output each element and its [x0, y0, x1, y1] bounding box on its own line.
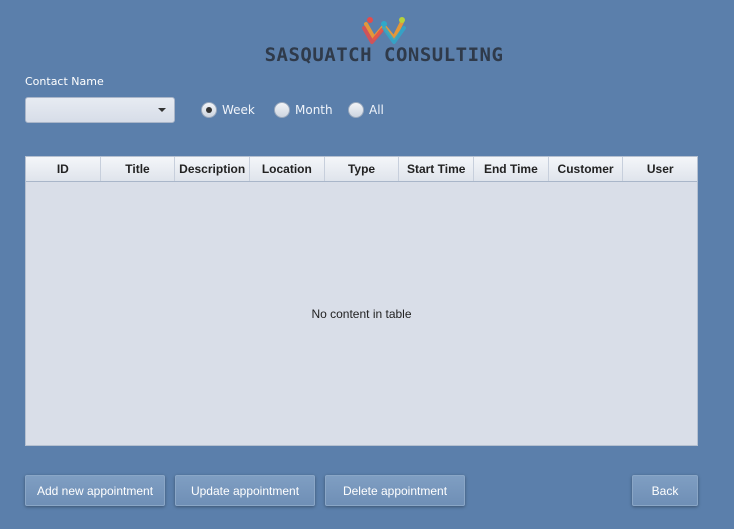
appointments-table[interactable]: ID Title Description Location Type Start…	[25, 156, 698, 446]
chevron-down-icon	[158, 108, 166, 112]
empty-table-message: No content in table	[311, 307, 412, 321]
radio-all-label: All	[369, 103, 384, 117]
radio-week-label: Week	[222, 103, 255, 117]
radio-month[interactable]: Month	[274, 102, 333, 118]
update-appointment-button[interactable]: Update appointment	[175, 475, 315, 506]
column-header-location[interactable]: Location	[250, 157, 325, 181]
radio-week-indicator	[201, 102, 217, 118]
column-header-type[interactable]: Type	[325, 157, 400, 181]
column-header-user[interactable]: User	[623, 157, 697, 181]
radio-month-indicator	[274, 102, 290, 118]
delete-appointment-button[interactable]: Delete appointment	[325, 475, 465, 506]
radio-week[interactable]: Week	[201, 102, 255, 118]
column-header-title[interactable]: Title	[101, 157, 176, 181]
add-appointment-button[interactable]: Add new appointment	[25, 475, 165, 506]
column-header-customer[interactable]: Customer	[549, 157, 624, 181]
radio-month-label: Month	[295, 103, 333, 117]
brand-name: SASQUATCH CONSULTING	[264, 44, 504, 66]
logo-mark	[362, 17, 406, 44]
radio-all[interactable]: All	[348, 102, 384, 118]
column-header-description[interactable]: Description	[175, 157, 251, 181]
back-button[interactable]: Back	[632, 475, 698, 506]
radio-all-indicator	[348, 102, 364, 118]
column-header-start-time[interactable]: Start Time	[399, 157, 475, 181]
contact-name-dropdown[interactable]	[25, 97, 175, 123]
brand-logo	[362, 17, 406, 44]
column-header-id[interactable]: ID	[26, 157, 101, 181]
table-header: ID Title Description Location Type Start…	[26, 157, 697, 182]
column-header-end-time[interactable]: End Time	[474, 157, 549, 181]
contact-name-label: Contact Name	[25, 75, 104, 88]
radio-selected-dot	[206, 107, 212, 113]
